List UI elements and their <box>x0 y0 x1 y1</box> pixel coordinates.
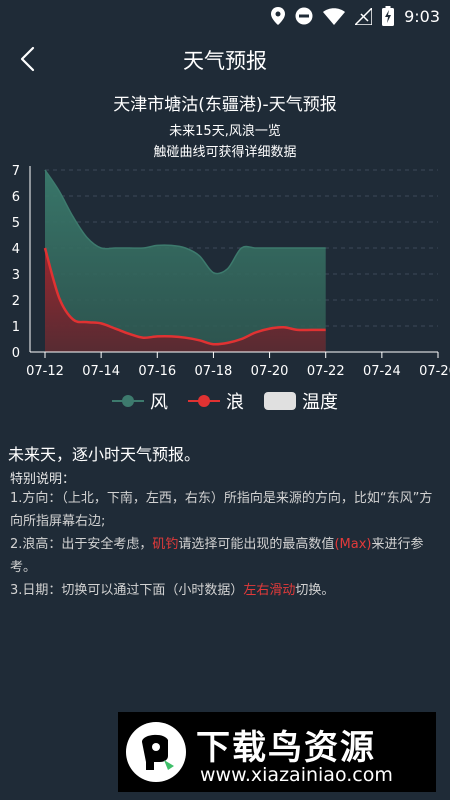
x-tick-label: 07-20 <box>251 364 289 379</box>
bird-logo-icon <box>126 722 186 782</box>
y-tick-label: 5 <box>12 216 20 231</box>
chart-title: 天津市塘沽(东疆港)-天气预报 <box>113 95 337 115</box>
do-not-disturb-icon <box>295 7 313 25</box>
y-tick-label: 6 <box>12 190 20 205</box>
note-text: 切换。 <box>295 583 335 598</box>
x-tick-label: 07-24 <box>363 364 401 379</box>
legend-item-temperature[interactable]: 温度 <box>264 388 338 414</box>
y-tick-label: 2 <box>12 294 20 309</box>
note-direction: 1.方向：（上北，下南，左西，右东）所指向是来源的方向，比如“东风”方向所指屏幕… <box>10 491 433 529</box>
note-highlight: 左右滑动 <box>243 583 296 598</box>
watermark-text: 下载鸟资源 <box>196 728 376 768</box>
note-text: 2.浪高：出于安全考虑， <box>10 537 153 552</box>
x-tick-label: 07-22 <box>307 364 345 379</box>
chart-hint: 触碰曲线可获得详细数据 <box>153 145 297 160</box>
legend-label-wind: 风 <box>150 392 168 413</box>
note-date: 3.日期：切换可以通过下面（小时数据）左右滑动切换。 <box>10 579 442 602</box>
section-heading: 未来天，逐小时天气预报。 <box>8 445 201 464</box>
chart-legend: 风 浪 温度 <box>0 386 450 416</box>
y-tick-labels: 0 1 2 3 4 5 6 7 <box>12 164 20 361</box>
status-icons: 9:03 <box>271 6 440 26</box>
y-tick-label: 0 <box>12 346 20 361</box>
y-tick-label: 1 <box>12 320 20 335</box>
x-tick-labels: 07-12 07-14 07-16 07-18 07-20 07-22 07-24 07-26 <box>26 364 450 379</box>
legend-item-wave[interactable]: 浪 <box>188 388 244 414</box>
chart-areas <box>43 169 326 352</box>
x-tick-label: 07-26 <box>419 364 450 379</box>
forecast-chart[interactable]: 01234567 07-12 07-14 07-16 07-18 07-20 07-22 0… <box>0 160 450 420</box>
no-signal-icon <box>355 7 373 25</box>
note-highlight: 矶钓 <box>152 537 179 552</box>
legend-marker-wave <box>188 394 220 408</box>
watermark-url: www.xiazainiao.com <box>200 764 393 786</box>
status-time: 9:03 <box>404 6 440 26</box>
notes: 1.方向：（上北，下南，左西，右东）所指向是来源的方向，比如“东风”方向所指屏幕… <box>10 487 442 602</box>
chart-subtitle: 未来15天,风浪一览 <box>169 124 281 139</box>
legend-label-wave: 浪 <box>226 392 244 413</box>
y-tick-label: 4 <box>12 242 20 257</box>
wifi-icon <box>323 7 346 25</box>
y-tick-label: 7 <box>12 164 20 179</box>
note-highlight: (Max) <box>334 537 372 552</box>
x-tick-label: 07-12 <box>26 364 64 379</box>
legend-marker-temperature <box>264 392 296 410</box>
note-wave-height: 2.浪高：出于安全考虑，矶钓请选择可能出现的最高数值(Max)来进行参考。 <box>10 533 442 579</box>
legend-item-wind[interactable]: 风 <box>112 388 168 414</box>
status-bar: 9:03 <box>0 0 450 32</box>
battery-charging-icon <box>382 6 395 26</box>
x-tick-label: 07-14 <box>82 364 120 379</box>
app-bar: 天气预报 <box>0 32 450 86</box>
note-text: 3.日期：切换可以通过下面（小时数据） <box>10 583 244 598</box>
location-icon <box>271 7 286 25</box>
x-tick-label: 07-18 <box>195 364 233 379</box>
x-tick-label: 07-16 <box>138 364 176 379</box>
legend-label-temperature: 温度 <box>302 392 338 413</box>
watermark-banner: 下载鸟资源 www.xiazainiao.com <box>118 712 436 792</box>
legend-marker-wind <box>112 394 144 408</box>
note-text: 请选择可能出现的最高数值 <box>178 537 335 552</box>
note-title: 特别说明： <box>10 472 76 487</box>
page-title: 天气预报 <box>183 49 267 73</box>
y-tick-label: 3 <box>12 268 20 283</box>
